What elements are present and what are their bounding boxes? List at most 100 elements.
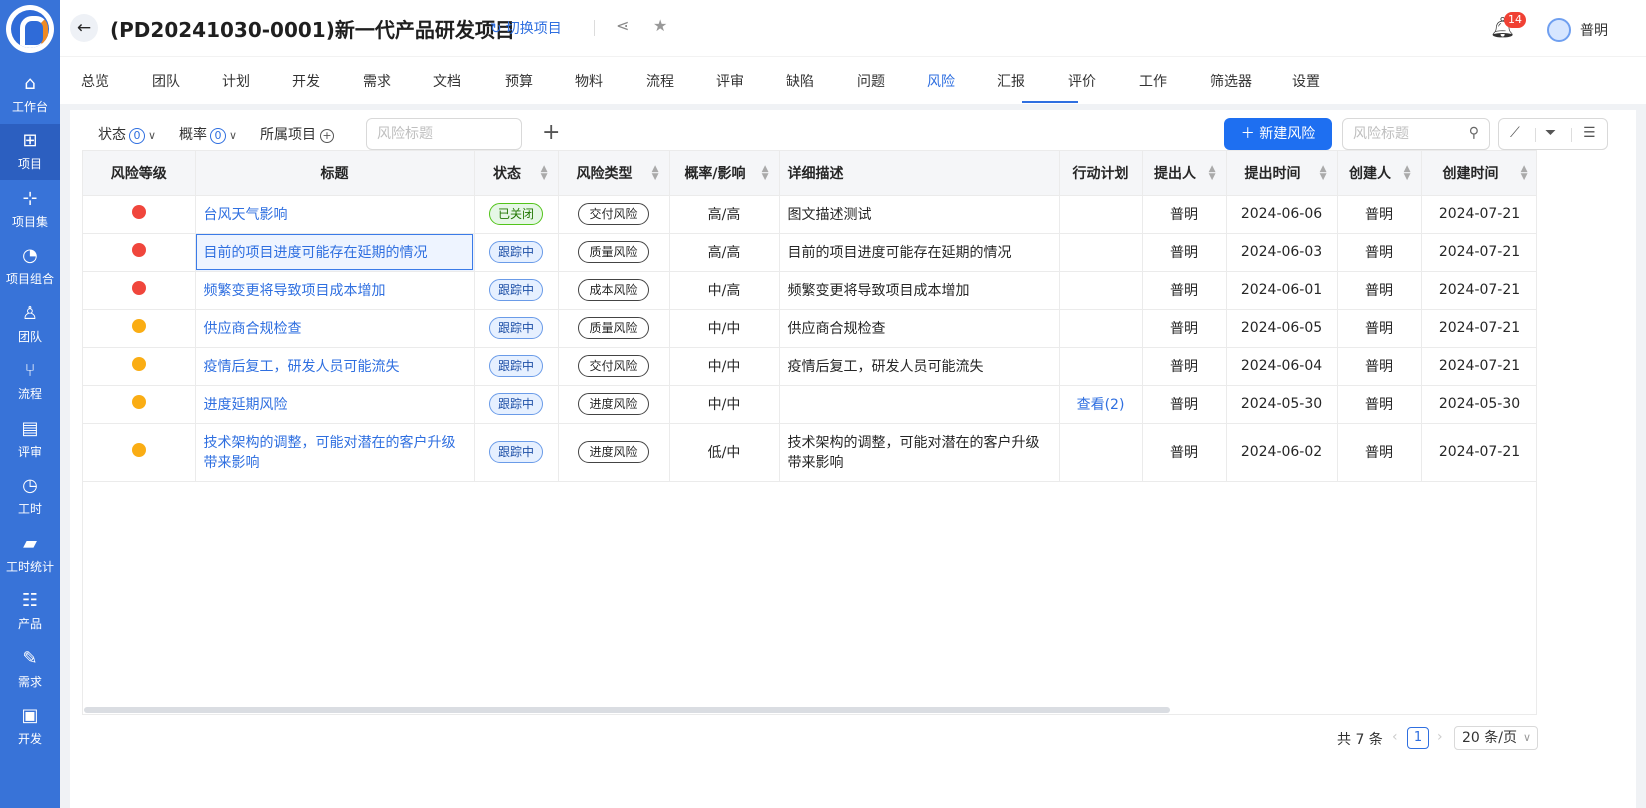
- column-header[interactable]: 风险类型 ▲ ▼: [558, 151, 670, 196]
- sidebar-item-2[interactable]: ⊹ 项目集: [0, 181, 60, 237]
- project-board-icon: ⊞: [22, 130, 38, 151]
- status-filter[interactable]: 状态 0 ∨: [98, 124, 156, 144]
- table-row[interactable]: 频繁变更将导致项目成本增加 跟踪中 成本风险 中/高 频繁变更将导致项目成本增加 普明 20…: [83, 271, 1536, 310]
- add-filter-button[interactable]: +: [542, 118, 560, 148]
- sidebar-item-4[interactable]: ♙ 团队: [0, 296, 60, 352]
- tab-9[interactable]: 评审: [716, 71, 744, 91]
- chevron-left-icon[interactable]: ‹: [1392, 729, 1398, 745]
- tab-7[interactable]: 物料: [575, 71, 603, 91]
- star-icon[interactable]: ★: [653, 16, 667, 35]
- sort-icon[interactable]: ▲ ▼: [652, 165, 659, 182]
- page-size-select[interactable]: 20 条/页 ∨: [1454, 726, 1538, 750]
- risk-title-link[interactable]: 进度延期风险: [204, 397, 288, 413]
- sidebar-item-6[interactable]: ▤ 评审: [0, 411, 60, 467]
- proposer: 普明: [1170, 207, 1198, 223]
- action-plan-link[interactable]: 查看(2): [1077, 397, 1125, 413]
- column-header[interactable]: 状态 ▲ ▼: [474, 151, 559, 196]
- user-name[interactable]: 普明: [1580, 20, 1608, 40]
- sidebar-item-1[interactable]: ⊞ 项目: [0, 123, 60, 180]
- table-row[interactable]: 疫情后复工，研发人员可能流失 跟踪中 交付风险 中/中 疫情后复工，研发人员可能流失 普明…: [83, 347, 1536, 386]
- table-row[interactable]: 进度延期风险 跟踪中 进度风险 中/中 查看(2) 普明 2024-05-30 普明 2024-…: [83, 385, 1536, 424]
- sort-icon[interactable]: ▲ ▼: [1404, 165, 1411, 182]
- probability-filter[interactable]: 概率 0 ∨: [179, 124, 237, 144]
- sidebar-item-9[interactable]: ☷ 产品: [0, 584, 60, 640]
- filter-icon[interactable]: ⏷: [1545, 125, 1556, 141]
- title-filter-input[interactable]: [366, 118, 522, 150]
- page-number[interactable]: 1: [1407, 727, 1429, 749]
- sort-icon[interactable]: ▲ ▼: [1521, 165, 1528, 182]
- risk-title-link[interactable]: 频繁变更将导致项目成本增加: [204, 283, 386, 299]
- tab-0[interactable]: 总览: [81, 71, 109, 91]
- notification-badge: 14: [1504, 12, 1526, 28]
- tab-1[interactable]: 团队: [152, 71, 180, 91]
- created-date: 2024-07-21: [1438, 282, 1521, 298]
- risk-title-link[interactable]: 台风天气影响: [204, 207, 288, 223]
- column-header[interactable]: 提出人 ▲ ▼: [1142, 151, 1227, 196]
- sidebar-item-label: 团队: [17, 329, 42, 344]
- table-row[interactable]: 供应商合规检查 跟踪中 质量风险 中/中 供应商合规检查 普明 2024-06-05 普明 20…: [83, 309, 1536, 348]
- new-risk-button[interactable]: ＋ 新建风险: [1224, 118, 1332, 150]
- tab-6[interactable]: 预算: [505, 71, 533, 91]
- chevron-right-icon[interactable]: ›: [1437, 729, 1443, 745]
- status-badge: 已关闭: [488, 203, 543, 225]
- sidebar-item-0[interactable]: ⌂ 工作台: [0, 66, 60, 122]
- back-button[interactable]: ←: [70, 14, 98, 42]
- tab-11[interactable]: 问题: [857, 71, 885, 91]
- table-row[interactable]: 技术架构的调整，可能对潜在的客户升级带来影响 跟踪中 进度风险 低/中 技术架构的调整，…: [83, 423, 1536, 482]
- sidebar-item-7[interactable]: ◷ 工时: [0, 469, 60, 525]
- column-header-label: 风险类型: [576, 165, 633, 182]
- header-divider: [594, 20, 595, 36]
- horizontal-scrollbar[interactable]: [84, 707, 1170, 713]
- sidebar-item-10[interactable]: ✎ 需求: [0, 641, 60, 697]
- sort-icon[interactable]: ▲ ▼: [541, 165, 548, 182]
- tab-12[interactable]: 风险: [927, 71, 955, 91]
- tab-4[interactable]: 需求: [363, 71, 391, 91]
- sort-icon[interactable]: ▲ ▼: [1209, 165, 1216, 182]
- line-chart-icon[interactable]: ⟋: [1510, 125, 1520, 141]
- app-logo[interactable]: [6, 5, 54, 53]
- tab-15[interactable]: 工作: [1139, 71, 1167, 91]
- sidebar-item-11[interactable]: ▣ 开发: [0, 699, 60, 755]
- table-header-row: 风险等级 标题 状态 ▲ ▼ 风险类型 ▲ ▼ 概率/影响 ▲ ▼ 详细描述 行动计划 提出人 ▲ ▼ 提出时间…: [83, 151, 1536, 196]
- switch-project-button[interactable]: ↻ 切换项目: [490, 18, 562, 38]
- avatar[interactable]: [1547, 18, 1571, 42]
- proposer: 普明: [1170, 245, 1198, 261]
- created-date: 2024-07-21: [1438, 320, 1521, 336]
- tab-16[interactable]: 筛选器: [1210, 71, 1252, 91]
- tab-14[interactable]: 评价: [1068, 71, 1096, 91]
- tab-8[interactable]: 流程: [646, 71, 674, 91]
- column-header[interactable]: 创建人 ▲ ▼: [1337, 151, 1422, 196]
- creator: 普明: [1365, 245, 1393, 261]
- column-header[interactable]: 提出时间 ▲ ▼: [1226, 151, 1338, 196]
- tab-2[interactable]: 计划: [222, 71, 250, 91]
- tab-17[interactable]: 设置: [1292, 71, 1320, 91]
- tab-13[interactable]: 汇报: [997, 71, 1025, 91]
- list-settings-icon[interactable]: ☰: [1583, 125, 1596, 141]
- sidebar-item-label: 评审: [17, 444, 42, 459]
- tab-5[interactable]: 文档: [433, 71, 461, 91]
- search-input[interactable]: [1343, 119, 1461, 149]
- sidebar-item-8[interactable]: ▰ 工时统计: [0, 526, 60, 582]
- share-icon[interactable]: ⋖: [616, 16, 629, 35]
- probability-impact: 高/高: [707, 245, 741, 261]
- proposed-date: 2024-06-01: [1240, 282, 1323, 298]
- risk-title-link[interactable]: 目前的项目进度可能存在延期的情况: [204, 245, 428, 261]
- column-header[interactable]: 创建时间 ▲ ▼: [1421, 151, 1536, 196]
- risk-description: 图文描述测试: [787, 207, 872, 223]
- search-icon[interactable]: ⚲: [1469, 125, 1479, 141]
- sort-icon[interactable]: ▲ ▼: [762, 165, 769, 182]
- tab-10[interactable]: 缺陷: [786, 71, 814, 91]
- risk-title-link[interactable]: 供应商合规检查: [204, 321, 302, 337]
- area-chart-icon: ▰: [23, 532, 37, 554]
- sidebar-item-5[interactable]: ⑂ 流程: [0, 354, 60, 410]
- new-risk-label: 新建风险: [1259, 126, 1316, 142]
- risk-title-link[interactable]: 技术架构的调整，可能对潜在的客户升级带来影响: [204, 435, 456, 471]
- column-header[interactable]: 概率/影响 ▲ ▼: [669, 151, 780, 196]
- sort-icon[interactable]: ▲ ▼: [1320, 165, 1327, 182]
- risk-title-link[interactable]: 疫情后复工，研发人员可能流失: [204, 359, 400, 375]
- table-row[interactable]: 目前的项目进度可能存在延期的情况 跟踪中 质量风险 高/高 目前的项目进度可能存在延期的…: [83, 233, 1536, 272]
- table-row[interactable]: 台风天气影响 已关闭 交付风险 高/高 图文描述测试 普明 2024-06-06 普明 2024…: [83, 195, 1536, 234]
- tab-3[interactable]: 开发: [292, 71, 320, 91]
- project-filter[interactable]: 所属项目 +: [260, 124, 334, 144]
- sidebar-item-3[interactable]: ◔ 项目组合: [0, 239, 60, 295]
